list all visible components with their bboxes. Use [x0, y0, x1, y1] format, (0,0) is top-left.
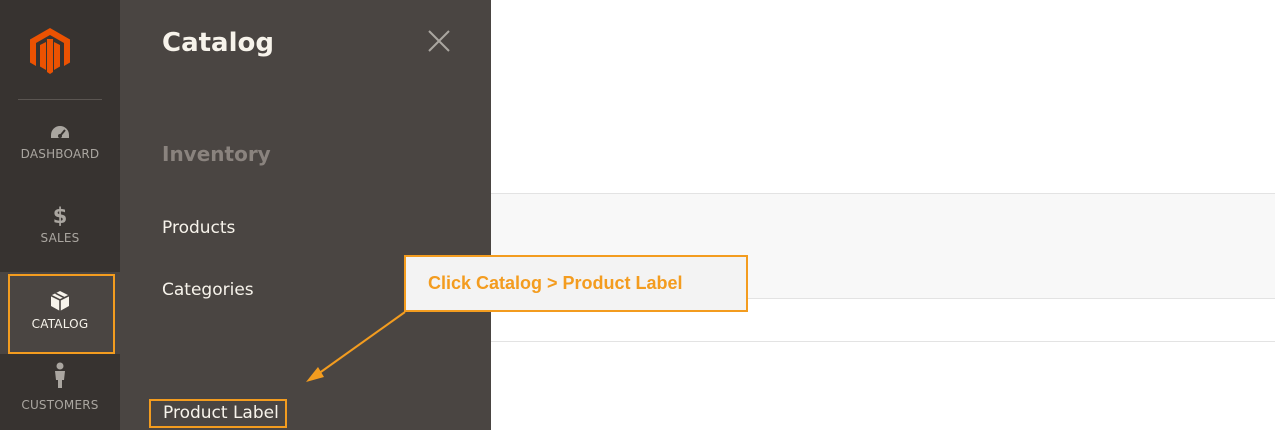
products-link[interactable]: Products: [162, 218, 235, 238]
nav-item-dashboard[interactable]: DASHBOARD: [0, 120, 120, 188]
logo-divider: [18, 99, 102, 100]
nav-label-dashboard: DASHBOARD: [20, 147, 100, 161]
magento-logo-icon[interactable]: [30, 28, 70, 74]
nav-label-catalog: CATALOG: [31, 317, 89, 331]
product-label-link[interactable]: Product Label: [149, 399, 287, 428]
inventory-section-title: Inventory: [162, 142, 271, 166]
nav-item-customers[interactable]: CUSTOMERS: [0, 358, 120, 430]
close-icon[interactable]: [424, 26, 454, 56]
admin-sidebar: DASHBOARD $ SALES CATALOG CUSTOMERS: [0, 0, 120, 430]
flyout-title: Catalog: [162, 28, 274, 58]
box-icon: [0, 290, 120, 314]
dollar-icon: $: [52, 204, 68, 228]
categories-link[interactable]: Categories: [162, 280, 254, 300]
instruction-callout: Click Catalog > Product Label: [404, 255, 748, 312]
speedometer-icon: [0, 120, 120, 144]
content-divider: [491, 341, 1275, 342]
nav-label-customers: CUSTOMERS: [21, 398, 99, 412]
nav-item-sales[interactable]: $ SALES: [0, 196, 120, 270]
catalog-flyout-panel: Catalog Inventory Products Categories Pr…: [120, 0, 491, 430]
person-icon: [0, 362, 120, 388]
admin-screen: DASHBOARD $ SALES CATALOG CUSTOMERS Cata…: [0, 0, 1275, 430]
nav-item-catalog[interactable]: CATALOG: [0, 272, 120, 354]
nav-label-sales: SALES: [40, 231, 80, 245]
